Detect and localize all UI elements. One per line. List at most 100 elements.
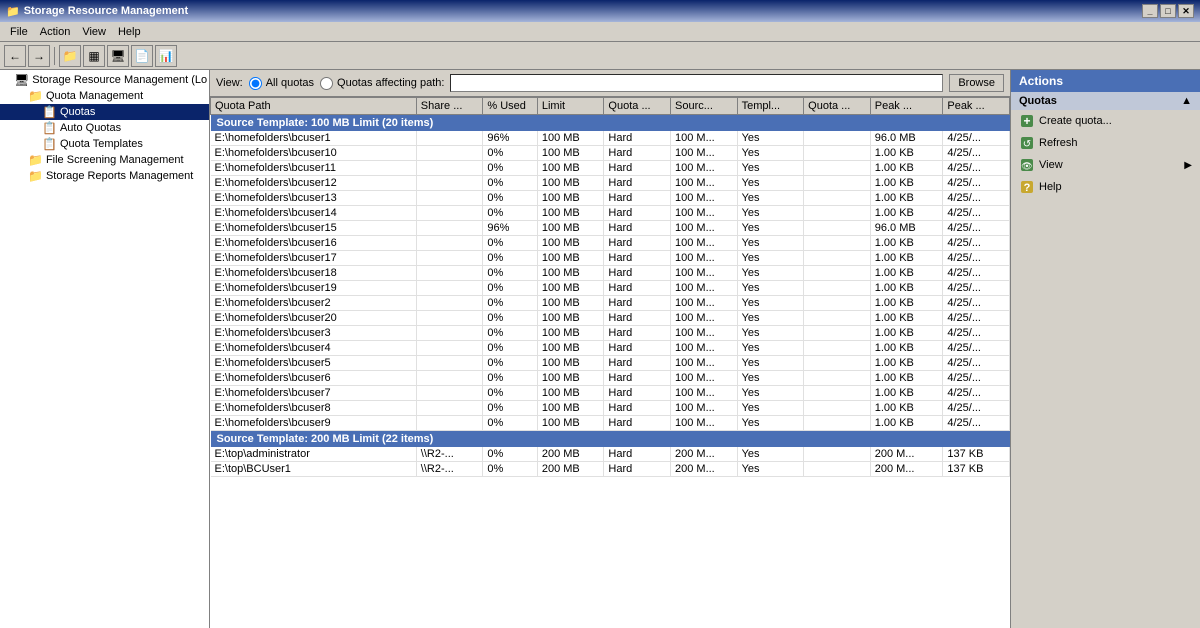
table-cell	[416, 161, 483, 176]
table-cell: Hard	[604, 356, 671, 371]
table-row[interactable]: E:\homefolders\bcuser30%100 MBHard100 M.…	[211, 326, 1010, 341]
table-cell: 96.0 MB	[870, 221, 943, 236]
menu-help[interactable]: Help	[112, 24, 147, 40]
tree-item-quota-templates[interactable]: 📋 Quota Templates	[0, 136, 209, 152]
table-cell: 4/25/...	[943, 371, 1010, 386]
table-row[interactable]: E:\homefolders\bcuser180%100 MBHard100 M…	[211, 266, 1010, 281]
svg-text:+: +	[1023, 114, 1030, 128]
table-row[interactable]: E:\homefolders\bcuser170%100 MBHard100 M…	[211, 251, 1010, 266]
table-row[interactable]: E:\homefolders\bcuser160%100 MBHard100 M…	[211, 236, 1010, 251]
forward-button[interactable]: →	[28, 45, 50, 67]
table-row[interactable]: E:\homefolders\bcuser20%100 MBHard100 M.…	[211, 296, 1010, 311]
table-row[interactable]: E:\homefolders\bcuser40%100 MBHard100 M.…	[211, 341, 1010, 356]
tree-item-quota-management[interactable]: 📁 Quota Management	[0, 88, 209, 104]
table-cell: 100 M...	[671, 266, 738, 281]
col-quota-path[interactable]: Quota Path	[211, 98, 417, 115]
table-cell: 4/25/...	[943, 191, 1010, 206]
table-row[interactable]: E:\homefolders\bcuser110%100 MBHard100 M…	[211, 161, 1010, 176]
path-input[interactable]	[450, 74, 943, 92]
col-pct-used[interactable]: % Used	[483, 98, 537, 115]
view-bar: View: All quotas Quotas affecting path: …	[210, 70, 1010, 97]
table-cell	[804, 326, 871, 341]
tree-item-quotas[interactable]: 📋 Quotas	[0, 104, 209, 120]
table-row[interactable]: E:\homefolders\bcuser130%100 MBHard100 M…	[211, 191, 1010, 206]
table-cell	[804, 341, 871, 356]
tree-item-file-screening[interactable]: 📁 File Screening Management	[0, 152, 209, 168]
radio-all-quotas-label[interactable]: All quotas	[266, 77, 314, 89]
action-help[interactable]: ? Help	[1011, 176, 1200, 198]
col-quota-type[interactable]: Quota ...	[604, 98, 671, 115]
computer-icon: 🖥	[14, 73, 29, 87]
table-row[interactable]: E:\homefolders\bcuser1596%100 MBHard100 …	[211, 221, 1010, 236]
col-source[interactable]: Sourc...	[671, 98, 738, 115]
table-cell: Yes	[737, 401, 804, 416]
menu-action[interactable]: Action	[34, 24, 77, 40]
table-cell: 4/25/...	[943, 131, 1010, 146]
table-row[interactable]: E:\homefolders\bcuser90%100 MBHard100 M.…	[211, 416, 1010, 431]
radio-affecting-path[interactable]: Quotas affecting path:	[320, 77, 444, 90]
menu-file[interactable]: File	[4, 24, 34, 40]
menu-view[interactable]: View	[76, 24, 112, 40]
table-cell: 4/25/...	[943, 296, 1010, 311]
col-limit[interactable]: Limit	[537, 98, 604, 115]
col-quota-usage[interactable]: Quota ...	[804, 98, 871, 115]
table-cell: 100 MB	[537, 206, 604, 221]
table-row[interactable]: E:\homefolders\bcuser60%100 MBHard100 M.…	[211, 371, 1010, 386]
col-share[interactable]: Share ...	[416, 98, 483, 115]
action-view[interactable]: 👁 View ▶	[1011, 154, 1200, 176]
group-header-row: Source Template: 100 MB Limit (20 items)	[211, 115, 1010, 132]
browse-button[interactable]: Browse	[949, 74, 1004, 92]
table-cell: 1.00 KB	[870, 191, 943, 206]
table-row[interactable]: E:\homefolders\bcuser190%100 MBHard100 M…	[211, 281, 1010, 296]
table-row[interactable]: E:\top\administrator\\R2-...0%200 MBHard…	[211, 447, 1010, 462]
folder-button[interactable]: 📁	[59, 45, 81, 67]
table-row[interactable]: E:\homefolders\bcuser140%100 MBHard100 M…	[211, 206, 1010, 221]
action-refresh[interactable]: ↺ Refresh	[1011, 132, 1200, 154]
report-button[interactable]: 📊	[155, 45, 177, 67]
action-create-quota[interactable]: + Create quota...	[1011, 110, 1200, 132]
tree-item-storage-reports[interactable]: 📁 Storage Reports Management	[0, 168, 209, 184]
tree-item-auto-quotas[interactable]: 📋 Auto Quotas	[0, 120, 209, 136]
table-cell: 0%	[483, 146, 537, 161]
close-button[interactable]: ✕	[1178, 4, 1194, 18]
doc-button[interactable]: 📄	[131, 45, 153, 67]
table-cell: 1.00 KB	[870, 176, 943, 191]
table-row[interactable]: E:\homefolders\bcuser80%100 MBHard100 M.…	[211, 401, 1010, 416]
actions-header: Actions	[1011, 70, 1200, 92]
actions-section-quotas[interactable]: Quotas ▲	[1011, 92, 1200, 110]
table-cell: 0%	[483, 251, 537, 266]
col-peak-usage[interactable]: Peak ...	[870, 98, 943, 115]
view-button[interactable]: 🖥	[107, 45, 129, 67]
table-row[interactable]: E:\homefolders\bcuser70%100 MBHard100 M.…	[211, 386, 1010, 401]
radio-all-quotas[interactable]: All quotas	[249, 77, 314, 90]
table-row[interactable]: E:\homefolders\bcuser196%100 MBHard100 M…	[211, 131, 1010, 146]
table-cell: Hard	[604, 341, 671, 356]
table-row[interactable]: E:\homefolders\bcuser120%100 MBHard100 M…	[211, 176, 1010, 191]
radio-affecting-path-label[interactable]: Quotas affecting path:	[337, 77, 444, 89]
table-row[interactable]: E:\homefolders\bcuser100%100 MBHard100 M…	[211, 146, 1010, 161]
table-row[interactable]: E:\homefolders\bcuser50%100 MBHard100 M.…	[211, 356, 1010, 371]
table-cell: 100 M...	[671, 371, 738, 386]
actions-section-quotas-label: Quotas	[1019, 95, 1057, 107]
action-view-label: View	[1039, 159, 1063, 171]
table-cell: 0%	[483, 416, 537, 431]
back-button[interactable]: ←	[4, 45, 26, 67]
table-cell: Hard	[604, 221, 671, 236]
title-bar-controls: _ □ ✕	[1142, 4, 1194, 18]
list-button[interactable]: ▦	[83, 45, 105, 67]
table-cell: 100 MB	[537, 341, 604, 356]
table-cell	[416, 131, 483, 146]
maximize-button[interactable]: □	[1160, 4, 1176, 18]
col-peak-date[interactable]: Peak ...	[943, 98, 1010, 115]
minimize-button[interactable]: _	[1142, 4, 1158, 18]
radio-affecting-path-input[interactable]	[320, 77, 333, 90]
tree-item-root[interactable]: 🖥 Storage Resource Management (Lo	[0, 72, 209, 88]
radio-all-quotas-input[interactable]	[249, 77, 262, 90]
table-row[interactable]: E:\top\BCUser1\\R2-...0%200 MBHard200 M.…	[211, 462, 1010, 477]
col-template[interactable]: Templ...	[737, 98, 804, 115]
table-cell	[804, 206, 871, 221]
group-header-row: Source Template: 200 MB Limit (22 items)	[211, 431, 1010, 448]
table-row[interactable]: E:\homefolders\bcuser200%100 MBHard100 M…	[211, 311, 1010, 326]
table-cell: 96%	[483, 131, 537, 146]
table-cell: 100 MB	[537, 311, 604, 326]
